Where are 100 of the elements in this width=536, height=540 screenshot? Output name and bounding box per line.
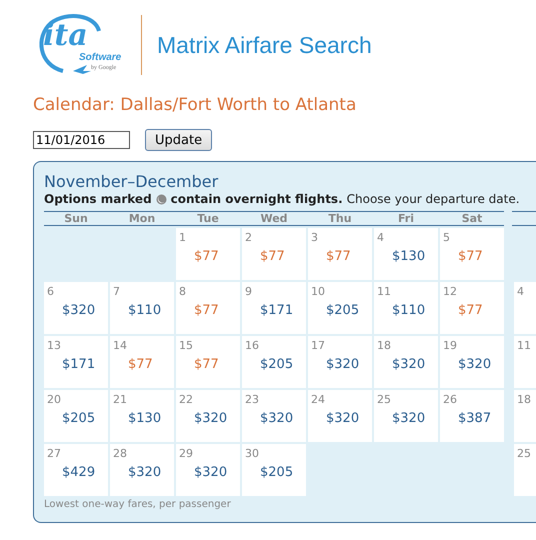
day-cell[interactable]: 18 $320 [374,336,438,388]
fare-link[interactable]: $387 [458,411,492,426]
day-cell[interactable]: 28 $320 [110,444,174,496]
logo-software: Software [79,52,122,63]
day-cell[interactable]: 13 $171 [44,336,108,388]
weekday-header: Mon [128,212,156,225]
day-number: 26 [443,393,457,406]
day-number: 16 [245,339,259,352]
day-number: 4 [377,231,384,244]
day-number: 15 [179,339,193,352]
day-number: 25 [517,447,531,460]
fare-link[interactable]: $171 [62,357,96,372]
calendar-title: November–December [44,172,220,192]
day-cell[interactable]: 14 $77 [110,336,174,388]
fare-link[interactable]: $130 [392,249,426,264]
day-cell[interactable]: 12 $77 [440,282,504,334]
day-number: 8 [179,285,186,298]
weekday-header: Tue [196,212,220,225]
day-number: 11 [377,285,391,298]
day-cell[interactable]: 8 $77 [176,282,240,334]
note-text: contain overnight flights. [170,192,343,206]
fare-link[interactable]: $320 [128,465,162,480]
day-cell[interactable]: 7 $110 [110,282,174,334]
day-cell[interactable]: 6 $320 [44,282,108,334]
fare-link[interactable]: $320 [392,411,426,426]
day-cell[interactable]: 3 $77 [308,228,372,280]
day-cell[interactable]: 9 $171 [242,282,306,334]
note-text: Choose your departure date. [346,192,520,206]
day-cell[interactable]: 11 $110 [374,282,438,334]
day-number: 14 [113,339,127,352]
day-cell[interactable]: 4 $130 [374,228,438,280]
day-cell[interactable]: 10 $205 [308,282,372,334]
day-cell[interactable]: 19 $320 [440,336,504,388]
fare-link[interactable]: $320 [458,357,492,372]
day-number: 25 [377,393,391,406]
day-cell[interactable]: 23 $320 [242,390,306,442]
moon-icon [156,194,167,204]
fare-link[interactable]: $110 [128,303,162,318]
day-number: 1 [179,231,186,244]
day-cell[interactable]: 1 $77 [176,228,240,280]
day-number: 28 [113,447,127,460]
app-title: Matrix Airfare Search [157,32,372,58]
date-field[interactable]: 11/01/2016 [33,131,130,149]
fare-link[interactable]: $205 [326,303,360,318]
fare-link[interactable]: $320 [326,357,360,372]
page-title: Calendar: Dallas/Fort Worth to Atlanta [33,95,358,115]
day-cell[interactable]: 11 [514,336,536,388]
day-cell[interactable]: 15 $77 [176,336,240,388]
day-cell[interactable]: 17 $320 [308,336,372,388]
day-number: 20 [47,393,61,406]
note-text: Options marked [44,192,152,206]
day-cell[interactable]: 22 $320 [176,390,240,442]
day-number: 18 [517,393,531,406]
weekday-header: Sun [63,212,89,225]
day-number: 11 [517,339,531,352]
day-cell[interactable]: 26 $387 [440,390,504,442]
weekday-header: Sat [460,212,484,225]
update-button[interactable]: Update [145,129,212,151]
day-number: 29 [179,447,193,460]
fare-link[interactable]: $320 [392,357,426,372]
fare-link[interactable]: $130 [128,411,162,426]
day-number: 10 [311,285,325,298]
day-cell[interactable]: 25 $320 [374,390,438,442]
fare-link[interactable]: $205 [62,411,96,426]
day-cell[interactable]: 4 [514,282,536,334]
day-cell[interactable]: 16 $205 [242,336,306,388]
day-number: 5 [443,231,450,244]
day-number: 6 [47,285,54,298]
day-cell[interactable]: 30 $205 [242,444,306,496]
fare-link[interactable]: $205 [260,465,294,480]
footnote: Lowest one-way fares, per passenger [44,499,232,510]
day-cell[interactable]: 5 $77 [440,228,504,280]
day-number: 22 [179,393,193,406]
day-number: 4 [517,285,524,298]
fare-link[interactable]: $171 [260,303,294,318]
day-number: 13 [47,339,61,352]
fare-link[interactable]: $110 [392,303,426,318]
day-cell[interactable]: 25 [514,444,536,496]
day-cell[interactable]: 29 $320 [176,444,240,496]
fare-link[interactable]: $320 [194,465,228,480]
day-cell[interactable]: 21 $130 [110,390,174,442]
day-cell[interactable]: 24 $320 [308,390,372,442]
day-cell[interactable]: 2 $77 [242,228,306,280]
day-cell[interactable]: 20 $205 [44,390,108,442]
fare-link[interactable]: $320 [260,411,294,426]
weekday-header: Fri [396,212,415,225]
fare-link[interactable]: $320 [62,303,96,318]
day-number: 7 [113,285,120,298]
day-number: 12 [443,285,457,298]
day-cell[interactable]: 27 $429 [44,444,108,496]
fare-link[interactable]: $320 [326,411,360,426]
fare-link[interactable]: $320 [194,411,228,426]
weekday-header: Wed [259,212,289,225]
day-cell[interactable]: 18 [514,390,536,442]
fare-link[interactable]: $205 [260,357,294,372]
day-number: 27 [47,447,61,460]
fare-link[interactable]: $429 [62,465,96,480]
day-number: 9 [245,285,252,298]
day-number: 3 [311,231,318,244]
day-number: 18 [377,339,391,352]
